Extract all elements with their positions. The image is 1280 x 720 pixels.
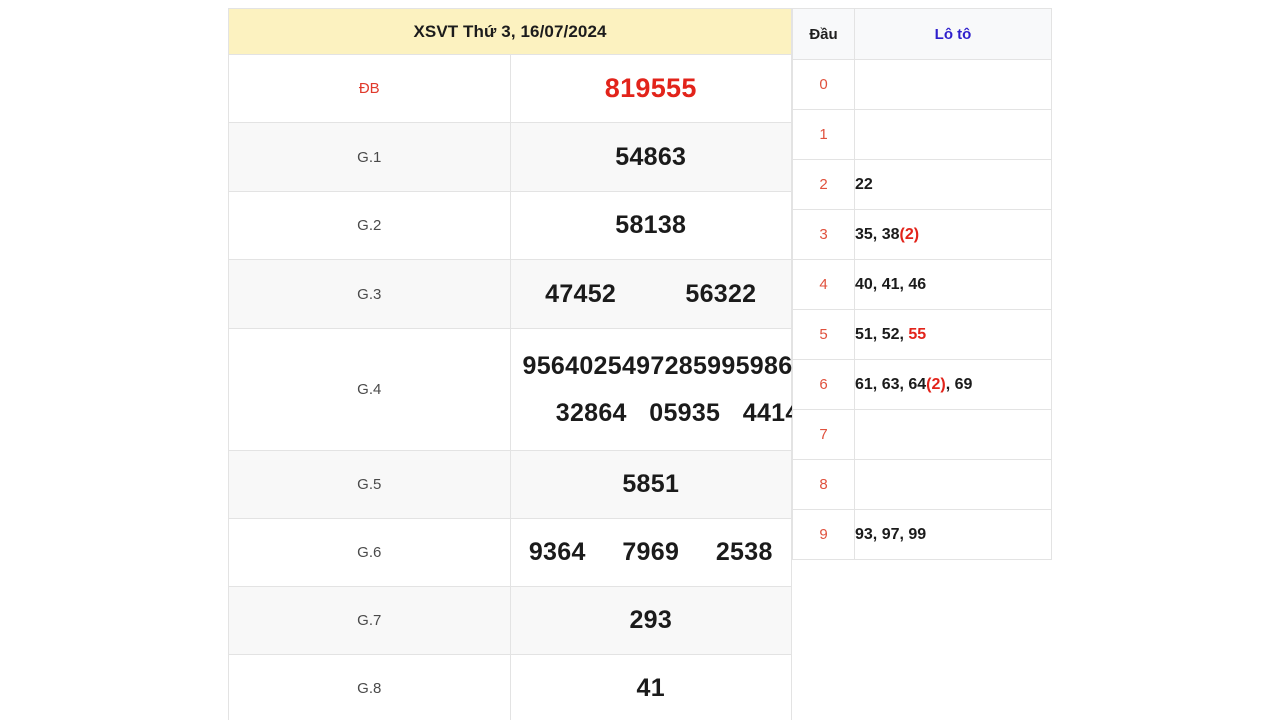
lottery-results-page: XSVT Thứ 3, 16/07/2024 ĐB 819555 G.1 548… — [0, 0, 1280, 720]
loto-row-3: 3 35, 38(2) — [792, 209, 1052, 260]
loto-dau-value: 5 — [792, 309, 855, 360]
loto-header-row: Đầu Lô tô — [792, 8, 1052, 60]
loto-dau-value: 0 — [792, 59, 855, 110]
loto-row-2: 2 22 — [792, 159, 1052, 210]
prize-number: 32864 — [555, 398, 627, 427]
loto-dau-value: 9 — [792, 509, 855, 560]
prize-label-g2: G.2 — [228, 191, 511, 260]
loto-numbers: 22 — [854, 159, 1052, 210]
loto-row-8: 8 — [792, 459, 1052, 510]
table-row-g1: G.1 54863 — [228, 122, 792, 192]
loto-numbers: 93, 97, 99 — [854, 509, 1052, 560]
result-title-row: XSVT Thứ 3, 16/07/2024 — [228, 8, 792, 55]
loto-dau-value: 3 — [792, 209, 855, 260]
loto-row-6: 6 61, 63, 64(2), 69 — [792, 359, 1052, 410]
loto-row-5: 5 51, 52, 55 — [792, 309, 1052, 360]
loto-dau-value: 8 — [792, 459, 855, 510]
loto-number-part: 35, 38 — [855, 225, 900, 243]
loto-numbers — [854, 459, 1052, 510]
loto-header-loto: Lô tô — [854, 8, 1052, 60]
table-row-g8: G.8 41 — [228, 654, 792, 720]
prize-number: 41 — [636, 674, 665, 702]
loto-row-1: 1 — [792, 109, 1052, 160]
table-row-g7: G.7 293 — [228, 586, 792, 655]
prize-label-db: ĐB — [228, 54, 511, 123]
loto-number-part: 40, 41, 46 — [855, 275, 927, 293]
loto-number-part: (2) — [926, 375, 946, 393]
loto-row-4: 4 40, 41, 46 — [792, 259, 1052, 310]
prize-label-g8: G.8 — [228, 654, 511, 720]
prize-label-g4: G.4 — [228, 328, 511, 451]
loto-summary-table: Đầu Lô tô 0 1 2 22 3 35, 38(2) 4 40, 41, — [792, 8, 1052, 560]
prize-number: 05935 — [649, 398, 721, 427]
prize-values-g5: 5851 — [509, 450, 792, 519]
loto-number-part: , 69 — [945, 375, 973, 393]
loto-dau-value: 2 — [792, 159, 855, 210]
prize-number: 56322 — [685, 279, 757, 308]
prize-number: 25497 — [593, 351, 665, 380]
loto-row-0: 0 — [792, 59, 1052, 110]
loto-numbers: 35, 38(2) — [854, 209, 1052, 260]
prize-values-g7: 293 — [509, 586, 792, 655]
loto-numbers — [854, 409, 1052, 460]
table-row-g4: G.4 95640 25497 28599 59861 32864 05935 … — [228, 328, 813, 451]
prize-number: 47452 — [545, 279, 617, 308]
loto-numbers — [854, 109, 1052, 160]
table-row-db: ĐB 819555 — [228, 54, 792, 123]
loto-dau-value: 1 — [792, 109, 855, 160]
prize-number: 293 — [629, 606, 673, 634]
result-title: XSVT Thứ 3, 16/07/2024 — [228, 8, 792, 55]
lottery-result-table: XSVT Thứ 3, 16/07/2024 ĐB 819555 G.1 548… — [228, 8, 813, 720]
prize-values-db: 819555 — [509, 54, 792, 123]
loto-row-9: 9 93, 97, 99 — [792, 509, 1052, 560]
prize-label-g3: G.3 — [228, 259, 511, 329]
prize-label-g1: G.1 — [228, 122, 511, 192]
table-row-g2: G.2 58138 — [228, 191, 792, 260]
prize-number: 819555 — [604, 73, 697, 103]
prize-number: 58138 — [615, 211, 687, 239]
prize-values-g6: 9364 7969 2538 — [509, 518, 792, 587]
prize-values-g1: 54863 — [509, 122, 792, 192]
loto-number-part: 22 — [855, 175, 873, 193]
loto-numbers: 61, 63, 64(2), 69 — [854, 359, 1052, 410]
loto-header-dau: Đầu — [792, 8, 855, 60]
table-row-g5: G.5 5851 — [228, 450, 792, 519]
prize-number: 7969 — [622, 538, 680, 566]
table-row-g3: G.3 47452 56322 — [228, 259, 792, 329]
loto-row-7: 7 — [792, 409, 1052, 460]
loto-number-part: 55 — [908, 325, 927, 343]
prize-number: 9364 — [528, 538, 586, 566]
loto-number-part: 61, 63, 64 — [855, 375, 927, 393]
prize-number: 54863 — [615, 142, 687, 171]
prize-number: 5851 — [622, 470, 680, 498]
loto-dau-value: 6 — [792, 359, 855, 410]
prize-values-g8: 41 — [509, 654, 792, 720]
loto-numbers: 51, 52, 55 — [854, 309, 1052, 360]
loto-number-part: 51, 52, — [855, 325, 909, 343]
loto-numbers — [854, 59, 1052, 110]
prize-values-g2: 58138 — [509, 191, 792, 260]
prize-label-g5: G.5 — [228, 450, 511, 519]
prize-values-g4: 95640 25497 28599 59861 32864 05935 4414… — [509, 328, 813, 451]
prize-number: 2538 — [715, 538, 773, 566]
loto-number-part: 93, 97, 99 — [855, 525, 927, 543]
loto-dau-value: 7 — [792, 409, 855, 460]
prize-values-g3: 47452 56322 — [509, 259, 792, 329]
loto-dau-value: 4 — [792, 259, 855, 310]
prize-label-g7: G.7 — [228, 586, 511, 655]
loto-numbers: 40, 41, 46 — [854, 259, 1052, 310]
prize-number: 95640 — [522, 351, 594, 380]
table-row-g6: G.6 9364 7969 2538 — [228, 518, 792, 587]
loto-number-part: (2) — [899, 225, 920, 243]
prize-label-g6: G.6 — [228, 518, 511, 587]
prize-number: 28599 — [664, 351, 736, 380]
